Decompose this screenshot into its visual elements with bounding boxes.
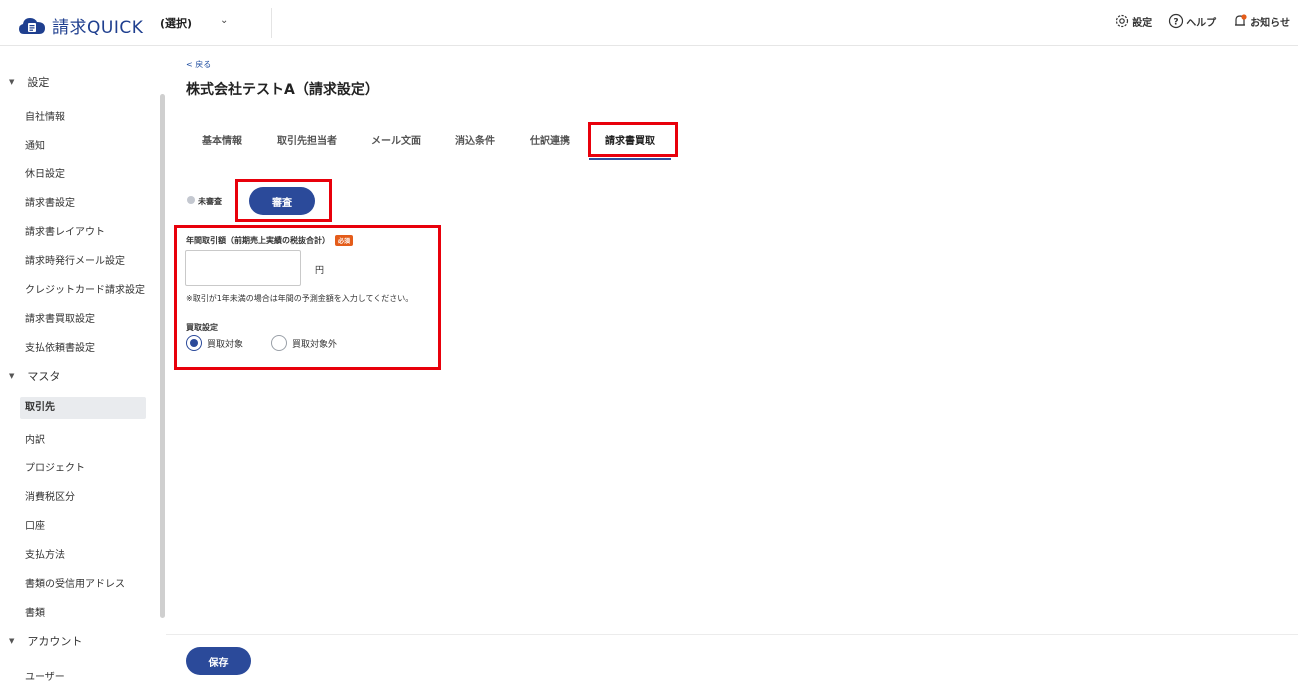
sidebar-item-holidays[interactable]: 休日設定: [25, 165, 65, 180]
help-link[interactable]: ? ヘルプ: [1168, 13, 1216, 29]
sidebar-item-tax-category[interactable]: 消費税区分: [25, 488, 75, 503]
sidebar-section-label: 設定: [27, 76, 50, 89]
header-divider: [271, 8, 272, 38]
save-button[interactable]: 保存: [186, 647, 251, 675]
tab-matching-conditions[interactable]: 消込条件: [455, 132, 495, 147]
caret-down-icon: ▼: [9, 637, 15, 645]
settings-link[interactable]: 設定: [1114, 13, 1152, 29]
back-link[interactable]: < 戻る: [186, 59, 211, 70]
highlight-box-tab: [588, 122, 678, 157]
sidebar-scrollbar[interactable]: [160, 94, 165, 618]
sidebar-section-account[interactable]: ▼ アカウント: [9, 633, 82, 649]
status-dot-icon: [187, 196, 195, 204]
bell-icon: [1235, 14, 1247, 26]
highlight-box-review: [235, 179, 332, 222]
brand-logo[interactable]: 請求QUICK: [18, 13, 143, 38]
help-link-label: ヘルプ: [1186, 17, 1217, 29]
sidebar-item-breakdown[interactable]: 内訳: [25, 431, 45, 446]
brand-name-cjk: 請求: [52, 18, 87, 38]
chevron-down-icon[interactable]: ⌄: [220, 15, 228, 26]
sidebar-section-master[interactable]: ▼ マスタ: [9, 368, 60, 384]
sidebar-item-invoice-settings[interactable]: 請求書設定: [25, 194, 75, 209]
tab-client-contacts[interactable]: 取引先担当者: [277, 132, 337, 147]
sidebar-section-label: マスタ: [27, 370, 61, 383]
gear-icon: [1116, 14, 1129, 28]
footer-bar: [166, 634, 1298, 682]
settings-link-label: 設定: [1132, 17, 1153, 29]
page-title: 株式会社テストA（請求設定）: [186, 82, 379, 98]
sidebar-item-users[interactable]: ユーザー: [25, 668, 65, 682]
sidebar-section-settings[interactable]: ▼ 設定: [9, 74, 49, 90]
help-icon: ?: [1169, 13, 1184, 29]
sidebar-item-payment-request[interactable]: 支払依頼書設定: [25, 339, 95, 354]
sidebar-item-documents[interactable]: 書類: [25, 604, 45, 619]
sidebar-item-invoice-purchase[interactable]: 請求書買取設定: [25, 310, 95, 325]
sidebar-item-invoice-layout[interactable]: 請求書レイアウト: [25, 223, 105, 238]
highlight-box-form: [174, 225, 441, 370]
svg-text:?: ?: [1174, 18, 1179, 28]
sidebar-item-credit-card[interactable]: クレジットカード請求設定: [25, 281, 145, 296]
sidebar-item-clients[interactable]: 取引先: [20, 397, 146, 419]
app-header: 請求QUICK (選択) ⌄ 設定 ? ヘルプ お知らせ: [0, 0, 1298, 46]
caret-down-icon: ▼: [9, 372, 15, 380]
tab-journal-integration[interactable]: 仕訳連携: [530, 132, 570, 147]
sidebar-item-projects[interactable]: プロジェクト: [25, 459, 85, 474]
sidebar-item-notifications[interactable]: 通知: [25, 137, 45, 152]
tab-mail-text[interactable]: メール文面: [371, 132, 421, 147]
sidebar-item-company-info[interactable]: 自社情報: [25, 108, 65, 123]
sidebar-item-accounts[interactable]: 口座: [25, 517, 45, 532]
sidebar-section-label: アカウント: [27, 635, 83, 648]
sidebar-item-invoice-mail[interactable]: 請求時発行メール設定: [25, 252, 125, 267]
brand-name-latin: QUICK: [87, 18, 144, 38]
notice-link-label: お知らせ: [1250, 17, 1290, 29]
review-status-label: 未審査: [198, 197, 222, 206]
company-select[interactable]: (選択): [160, 15, 192, 31]
notice-link[interactable]: お知らせ: [1232, 13, 1290, 29]
cloud-document-icon: [19, 17, 45, 34]
tab-basic-info[interactable]: 基本情報: [202, 132, 242, 147]
sidebar-item-payment-method[interactable]: 支払方法: [25, 546, 65, 561]
sidebar-item-receiving-address[interactable]: 書類の受信用アドレス: [25, 575, 125, 590]
active-tab-indicator: [589, 158, 671, 160]
brand-name: 請求QUICK: [52, 13, 143, 38]
caret-down-icon: ▼: [9, 78, 15, 86]
